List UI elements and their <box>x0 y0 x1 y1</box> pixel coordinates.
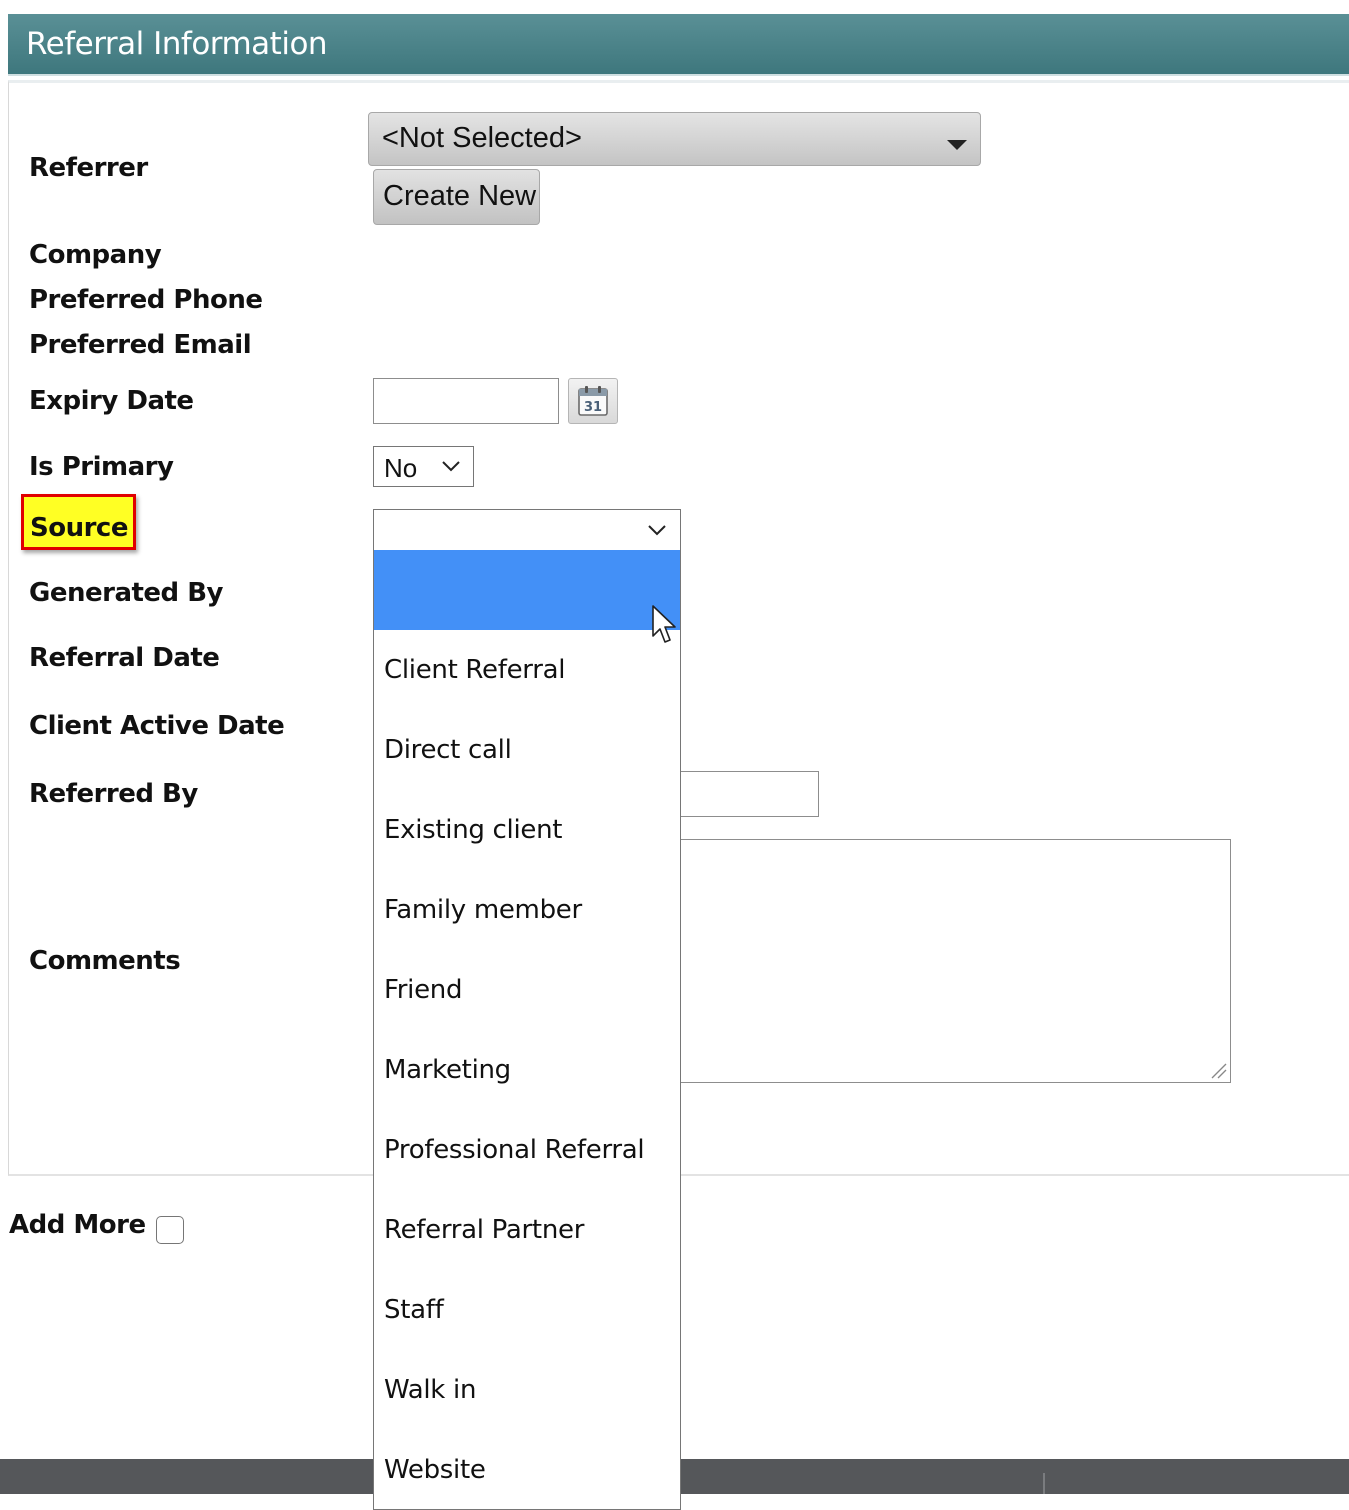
comments-textarea[interactable] <box>680 839 1231 1083</box>
chevron-down-icon <box>648 525 666 536</box>
source-option-existing-client[interactable]: Existing client <box>374 790 680 870</box>
section-header: Referral Information <box>8 14 1349 76</box>
source-option-staff[interactable]: Staff <box>374 1270 680 1350</box>
source-option-marketing[interactable]: Marketing <box>374 1030 680 1110</box>
expiry-date-label: Expiry Date <box>29 386 194 416</box>
calendar-button[interactable]: 31 <box>568 378 618 424</box>
source-option-referral-partner[interactable]: Referral Partner <box>374 1190 680 1270</box>
add-more-label: Add More <box>9 1210 146 1240</box>
source-label: Source <box>30 513 128 543</box>
create-new-button[interactable]: Create New <box>373 169 540 225</box>
section-title: Referral Information <box>26 26 328 62</box>
generated-by-label: Generated By <box>29 578 223 608</box>
referral-date-label: Referral Date <box>29 643 220 673</box>
svg-text:31: 31 <box>584 400 602 415</box>
resize-grip-icon[interactable] <box>1208 1060 1228 1080</box>
referrer-label: Referrer <box>29 153 148 183</box>
source-option-friend[interactable]: Friend <box>374 950 680 1030</box>
calendar-icon: 31 <box>578 386 608 416</box>
client-active-date-label: Client Active Date <box>29 711 285 741</box>
is-primary-selected-value: No <box>384 453 418 483</box>
source-label-highlight: Source <box>21 494 136 550</box>
caret-down-icon <box>947 140 967 150</box>
source-option-walk-in[interactable]: Walk in <box>374 1350 680 1430</box>
expiry-date-input[interactable] <box>373 378 559 424</box>
chevron-down-icon <box>442 461 460 472</box>
preferred-phone-label: Preferred Phone <box>29 285 263 315</box>
source-option-client-referral[interactable]: Client Referral <box>374 630 680 710</box>
is-primary-label: Is Primary <box>29 452 174 482</box>
is-primary-select[interactable]: No <box>373 446 474 487</box>
source-dropdown-list[interactable]: Client Referral Direct call Existing cli… <box>373 550 681 1510</box>
preferred-email-label: Preferred Email <box>29 330 252 360</box>
source-option-blank[interactable] <box>374 550 680 630</box>
footer-divider <box>1043 1473 1045 1494</box>
referred-by-label: Referred By <box>29 779 198 809</box>
company-label: Company <box>29 240 162 270</box>
source-option-family-member[interactable]: Family member <box>374 870 680 950</box>
referrer-selected-value: <Not Selected> <box>382 122 582 154</box>
comments-label: Comments <box>29 946 181 976</box>
add-more-checkbox[interactable] <box>156 1216 184 1244</box>
referrer-select[interactable]: <Not Selected> <box>368 112 981 166</box>
source-option-professional-referral[interactable]: Professional Referral <box>374 1110 680 1190</box>
mouse-cursor-icon <box>652 605 676 643</box>
source-select[interactable] <box>373 509 681 551</box>
source-option-website[interactable]: Website <box>374 1430 680 1509</box>
source-option-direct-call[interactable]: Direct call <box>374 710 680 790</box>
